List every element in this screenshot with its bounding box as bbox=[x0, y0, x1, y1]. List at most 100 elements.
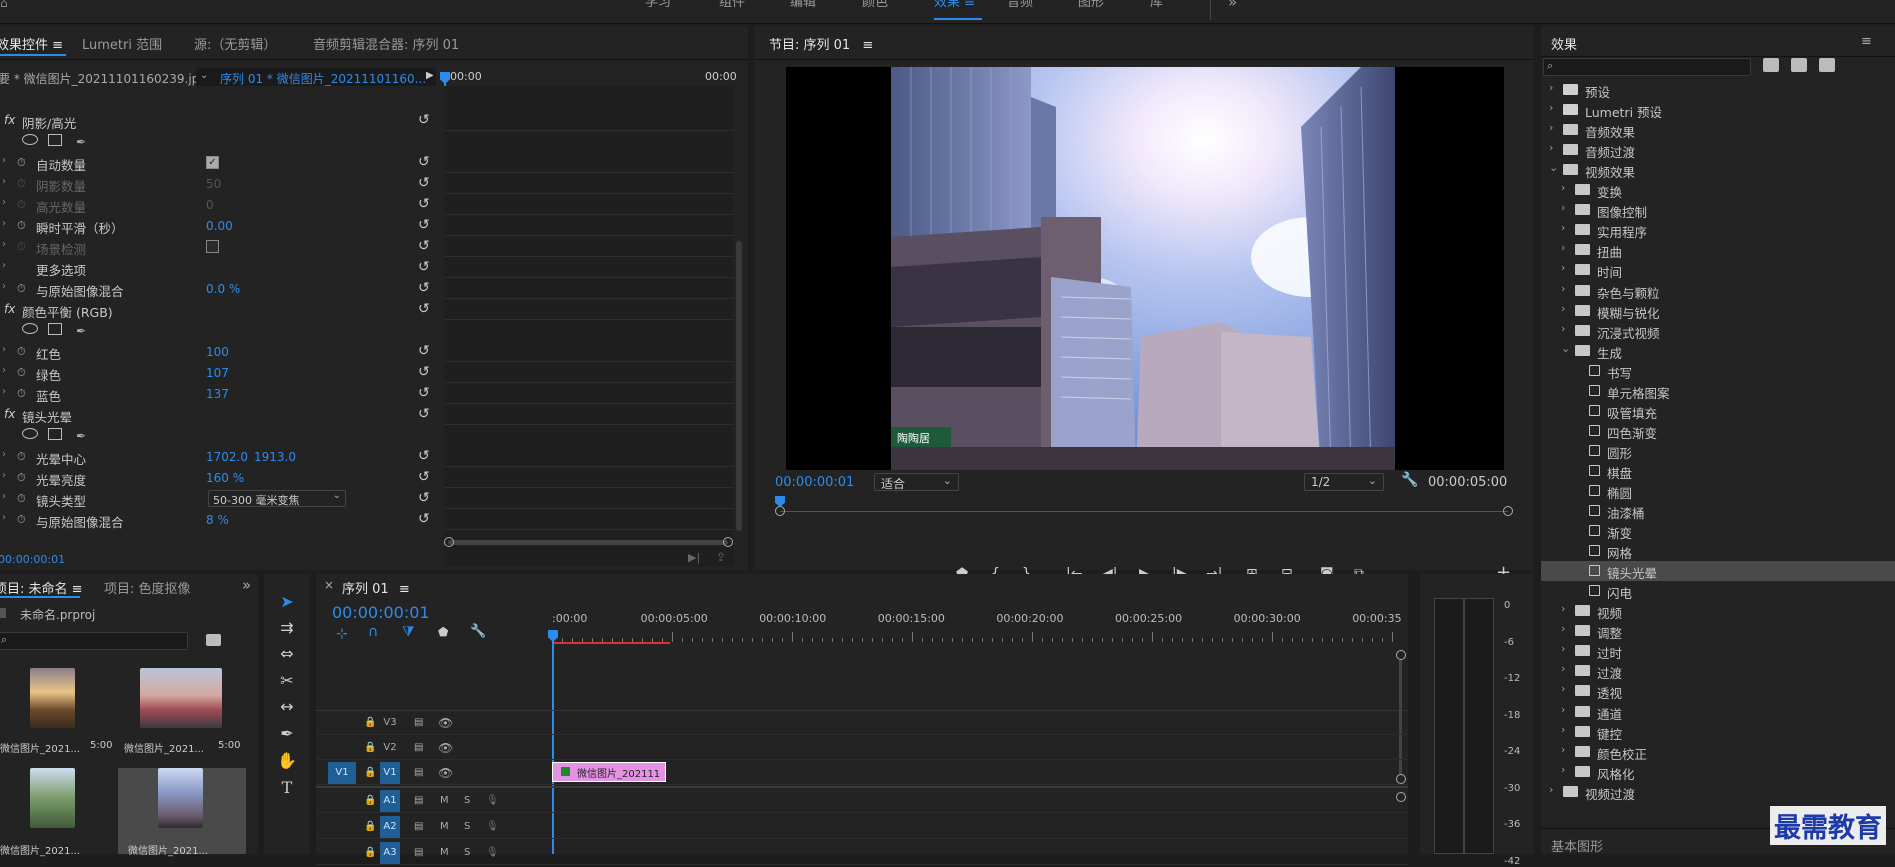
chevron-right-icon[interactable]: › bbox=[1561, 302, 1565, 315]
effects-tree-item[interactable]: › 预设 bbox=[1541, 80, 1895, 100]
chevron-right-icon[interactable]: › bbox=[2, 470, 6, 481]
chevron-down-icon[interactable]: ⌄ bbox=[1561, 342, 1570, 355]
reset-icon[interactable]: ↺ bbox=[418, 301, 430, 317]
program-timecode[interactable]: 00:00:00:01 bbox=[775, 475, 854, 490]
effects-tree-item[interactable]: › 沉浸式视频 bbox=[1541, 321, 1895, 341]
timeline-clip[interactable]: 微信图片_202111 bbox=[552, 762, 666, 782]
chevron-right-icon[interactable]: › bbox=[2, 155, 6, 166]
tab-source[interactable]: 源:（无剪辑） bbox=[194, 34, 276, 53]
project-item[interactable]: 微信图片_2021... 5:00 bbox=[0, 662, 118, 758]
property-value[interactable]: 100 bbox=[206, 345, 229, 359]
chevron-right-icon[interactable]: › bbox=[1561, 642, 1565, 655]
chevron-right-icon[interactable]: › bbox=[2, 260, 6, 271]
chevron-right-icon[interactable]: › bbox=[1561, 703, 1565, 716]
slip-tool-icon[interactable]: ↔ bbox=[276, 697, 298, 716]
property-value[interactable]: 107 bbox=[206, 366, 229, 380]
sync-lock-icon[interactable]: ▤ bbox=[414, 742, 423, 753]
effects-tree-item[interactable]: 棋盘 bbox=[1541, 461, 1895, 481]
reset-icon[interactable]: ↺ bbox=[418, 511, 430, 527]
effects-tree-item[interactable]: › 风格化 bbox=[1541, 762, 1895, 782]
tab-audio-clip-mixer[interactable]: 音频剪辑混合器: 序列 01 bbox=[313, 34, 459, 53]
chevron-right-icon[interactable]: › bbox=[1549, 141, 1553, 154]
reset-icon[interactable]: ↺ bbox=[418, 469, 430, 485]
rectangle-mask-icon[interactable] bbox=[48, 428, 62, 440]
property-value[interactable]: 50 bbox=[206, 177, 221, 191]
workspace-edit[interactable]: 编辑 bbox=[790, 0, 816, 20]
selection-tool-icon[interactable]: ➤ bbox=[276, 592, 298, 611]
chevron-right-icon[interactable]: › bbox=[1561, 201, 1565, 214]
accelerated-effects-icon[interactable] bbox=[1763, 58, 1779, 72]
chevron-right-icon[interactable]: › bbox=[2, 281, 6, 292]
property-value[interactable]: 137 bbox=[206, 387, 229, 401]
lock-icon[interactable]: 🔒 bbox=[364, 795, 376, 806]
ripple-edit-tool-icon[interactable]: ⇔ bbox=[276, 644, 298, 663]
effects-tree-item[interactable]: › 过渡 bbox=[1541, 661, 1895, 681]
effects-tree-item[interactable]: › 音频过渡 bbox=[1541, 140, 1895, 160]
tab-lumetri-scopes[interactable]: Lumetri 范围 bbox=[82, 34, 162, 53]
chevron-right-icon[interactable]: › bbox=[2, 218, 6, 229]
stopwatch-icon[interactable]: ⏱ bbox=[17, 219, 26, 233]
program-monitor-title[interactable]: 节目: 序列 01 ≡ bbox=[769, 34, 873, 53]
property-row[interactable]: › ⏱ 瞬时平滑（秒） 0.00 ↺ bbox=[0, 215, 734, 236]
effects-tree-item[interactable]: › 音频效果 bbox=[1541, 120, 1895, 140]
close-sequence-icon[interactable]: × bbox=[324, 578, 334, 592]
track-target[interactable]: V3 bbox=[380, 712, 400, 734]
vertical-zoom-handle[interactable] bbox=[1396, 650, 1406, 660]
effect-controls-timecode[interactable]: 00:00:00:01 bbox=[0, 553, 65, 566]
property-row[interactable]: › ⏱ 与原始图像混合 8 % ↺ bbox=[0, 509, 734, 530]
workspace-effects[interactable]: 效果 ≡ bbox=[934, 0, 982, 20]
export-icon[interactable]: ⇪ bbox=[716, 550, 726, 564]
effects-tree-item[interactable]: › 变换 bbox=[1541, 180, 1895, 200]
chevron-right-icon[interactable]: › bbox=[1561, 662, 1565, 675]
effects-search-field[interactable] bbox=[1560, 60, 1745, 74]
project-menu-icon[interactable]: ≡ bbox=[72, 582, 83, 597]
property-value[interactable]: 0.00 bbox=[206, 219, 233, 233]
reset-icon[interactable]: ↺ bbox=[418, 406, 430, 422]
track-target[interactable]: A2 bbox=[380, 816, 400, 838]
effects-tree-item[interactable]: 网格 bbox=[1541, 541, 1895, 561]
property-value[interactable]: 1702.0 bbox=[206, 450, 248, 464]
sync-lock-icon[interactable]: ▤ bbox=[414, 795, 423, 806]
property-row[interactable]: › ⏱ 光晕亮度 160 % ↺ bbox=[0, 467, 734, 488]
solo-button[interactable]: S bbox=[464, 795, 470, 806]
reset-icon[interactable]: ↺ bbox=[418, 154, 430, 170]
solo-button[interactable]: S bbox=[464, 847, 470, 858]
effects-tree-item[interactable]: › 通道 bbox=[1541, 702, 1895, 722]
workspace-assembly[interactable]: 组件 bbox=[719, 0, 745, 20]
project-item[interactable]: 微信图片_2021... 5:00 bbox=[120, 662, 244, 758]
effects-tree-item[interactable]: 油漆桶 bbox=[1541, 501, 1895, 521]
project-search-input[interactable]: ⌕ bbox=[0, 632, 188, 650]
property-row[interactable]: › ⏱ 镜头类型 50-300 毫米变焦 ⌄ ↺ bbox=[0, 488, 734, 509]
ellipse-mask-icon[interactable] bbox=[22, 428, 38, 439]
property-checkbox[interactable]: ✓ bbox=[206, 156, 219, 169]
fit-dropdown[interactable]: 适合 ⌄ bbox=[874, 473, 959, 491]
effect-header[interactable]: fx 镜头光晕 ↺ bbox=[0, 404, 734, 425]
workspace-graphics[interactable]: 图形 bbox=[1078, 0, 1104, 20]
sync-lock-icon[interactable]: ▤ bbox=[414, 767, 423, 778]
tab-effect-controls[interactable]: 效果控件 ≡ bbox=[0, 34, 63, 53]
lock-icon[interactable]: 🔒 bbox=[364, 821, 376, 832]
project-item[interactable]: 微信图片_2021... bbox=[0, 762, 118, 857]
chevron-right-icon[interactable]: › bbox=[1561, 622, 1565, 635]
home-icon[interactable]: ⌂ bbox=[0, 0, 8, 10]
chevron-right-icon[interactable]: › bbox=[1549, 121, 1553, 134]
pen-mask-icon[interactable]: ✒ bbox=[76, 135, 86, 149]
property-row[interactable]: › ⏱ 自动数量 ✓ ↺ bbox=[0, 152, 734, 173]
new-bin-search-icon[interactable] bbox=[206, 634, 221, 646]
reset-icon[interactable]: ↺ bbox=[418, 280, 430, 296]
mute-button[interactable]: M bbox=[440, 795, 449, 806]
chevron-right-icon[interactable]: › bbox=[2, 365, 6, 376]
effect-header[interactable]: fx 阴影/高光 ↺ bbox=[0, 110, 734, 131]
stopwatch-icon[interactable]: ⏱ bbox=[17, 156, 26, 170]
effects-tree-item[interactable]: › 模糊与锐化 bbox=[1541, 301, 1895, 321]
property-value[interactable]: 8 % bbox=[206, 513, 229, 527]
property-value[interactable]: 0.0 % bbox=[206, 282, 240, 296]
lock-icon[interactable]: 🔒 bbox=[364, 717, 376, 728]
stopwatch-icon[interactable]: ⏱ bbox=[17, 177, 26, 191]
track-target[interactable]: A3 bbox=[380, 842, 400, 864]
effects-tree-item[interactable]: › 键控 bbox=[1541, 722, 1895, 742]
vertical-scrollbar[interactable] bbox=[736, 241, 742, 531]
panel-menu-icon[interactable]: ≡ bbox=[52, 38, 63, 53]
nest-icon[interactable]: ⊹ bbox=[336, 626, 348, 642]
chevron-right-icon[interactable]: › bbox=[1549, 101, 1553, 114]
